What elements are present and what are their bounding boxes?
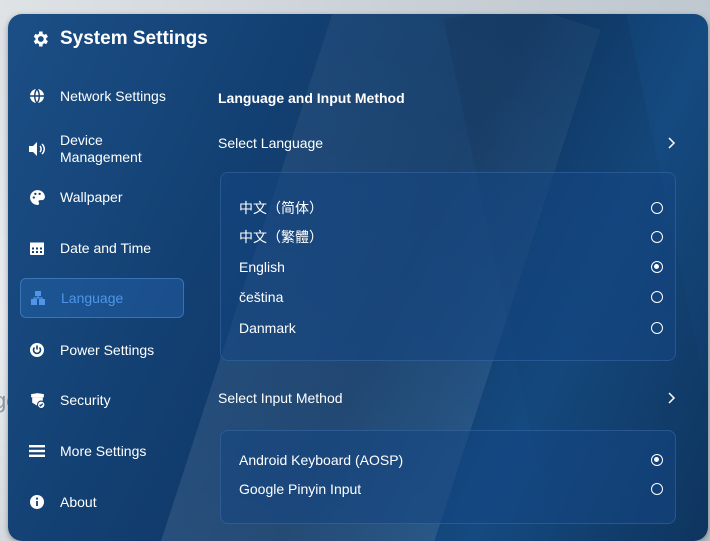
sidebar-item-date-and-time[interactable]: Date and Time bbox=[20, 228, 184, 268]
language-option[interactable]: English bbox=[239, 256, 663, 278]
sidebar-item-wallpaper[interactable]: Wallpaper bbox=[20, 177, 184, 217]
sidebar-item-about[interactable]: About bbox=[20, 482, 184, 522]
select-input-method-label: Select Input Method bbox=[218, 390, 343, 406]
chevron-right-icon bbox=[668, 137, 676, 149]
sidebar-item-device-management[interactable]: Device Management bbox=[20, 126, 184, 172]
language-option-label: Danmark bbox=[239, 320, 296, 336]
sidebar-item-more-settings[interactable]: More Settings bbox=[20, 431, 184, 471]
language-option[interactable]: 中文（繁體） bbox=[239, 226, 663, 248]
radio-button-selected[interactable] bbox=[651, 454, 663, 466]
sidebar-item-label: Security bbox=[60, 392, 111, 408]
power-icon bbox=[28, 341, 46, 359]
language-option[interactable]: čeština bbox=[239, 286, 663, 308]
calendar-icon bbox=[28, 239, 46, 257]
input-method-option-label: Google Pinyin Input bbox=[239, 481, 362, 497]
speaker-icon bbox=[28, 140, 46, 158]
sidebar-item-label: Device Management bbox=[60, 132, 142, 166]
radio-button-selected[interactable] bbox=[651, 261, 663, 273]
sidebar-item-label: Network Settings bbox=[60, 88, 166, 104]
language-option-label: 中文（繁體） bbox=[239, 229, 323, 245]
select-language-row[interactable]: Select Language bbox=[218, 132, 676, 154]
language-icon bbox=[29, 289, 47, 307]
radio-button[interactable] bbox=[651, 231, 663, 243]
input-method-option-label: Android Keyboard (AOSP) bbox=[239, 452, 404, 468]
sidebar-item-label: Wallpaper bbox=[60, 189, 123, 205]
radio-button[interactable] bbox=[651, 483, 663, 495]
input-method-list: Android Keyboard (AOSP) Google Pinyin In… bbox=[220, 430, 676, 524]
language-option[interactable]: 中文（简体） bbox=[239, 197, 663, 219]
select-input-method-row[interactable]: Select Input Method bbox=[218, 387, 676, 409]
sidebar-item-label: More Settings bbox=[60, 443, 147, 459]
sidebar-item-label-line2: Management bbox=[60, 149, 142, 165]
sidebar-item-power-settings[interactable]: Power Settings bbox=[20, 330, 184, 370]
sidebar-item-security[interactable]: Security bbox=[20, 380, 184, 420]
sidebar-item-label: Date and Time bbox=[60, 240, 152, 256]
radio-button[interactable] bbox=[651, 322, 663, 334]
sidebar-item-label: Language bbox=[61, 290, 124, 306]
language-option-label: English bbox=[239, 259, 285, 275]
sidebar-item-network-settings[interactable]: Network Settings bbox=[20, 76, 184, 116]
main-content: Language and Input Method Select Languag… bbox=[218, 14, 678, 541]
sidebar-item-label-line1: Device bbox=[60, 132, 103, 148]
globe-icon bbox=[28, 87, 46, 105]
palette-icon bbox=[28, 188, 46, 206]
sidebar: Network Settings Device Management Wallp… bbox=[8, 14, 198, 541]
chevron-right-icon bbox=[668, 392, 676, 404]
language-option-label: čeština bbox=[239, 289, 284, 305]
input-method-option[interactable]: Google Pinyin Input bbox=[239, 478, 663, 500]
radio-button[interactable] bbox=[651, 291, 663, 303]
info-icon bbox=[28, 493, 46, 511]
sidebar-item-label: Power Settings bbox=[60, 342, 155, 358]
section-title: Language and Input Method bbox=[218, 90, 405, 106]
sidebar-item-language[interactable]: Language bbox=[20, 278, 184, 318]
language-option-label: 中文（简体） bbox=[239, 200, 323, 216]
menu-icon bbox=[28, 442, 46, 460]
settings-window: System Settings Network Settings Device … bbox=[8, 14, 708, 541]
language-option[interactable]: Danmark bbox=[239, 317, 663, 339]
security-icon bbox=[28, 391, 46, 409]
radio-button[interactable] bbox=[651, 202, 663, 214]
language-list: 中文（简体） 中文（繁體） English čeština Danmark bbox=[220, 172, 676, 361]
input-method-option[interactable]: Android Keyboard (AOSP) bbox=[239, 449, 663, 471]
sidebar-item-label: About bbox=[60, 494, 97, 510]
select-language-label: Select Language bbox=[218, 135, 324, 151]
